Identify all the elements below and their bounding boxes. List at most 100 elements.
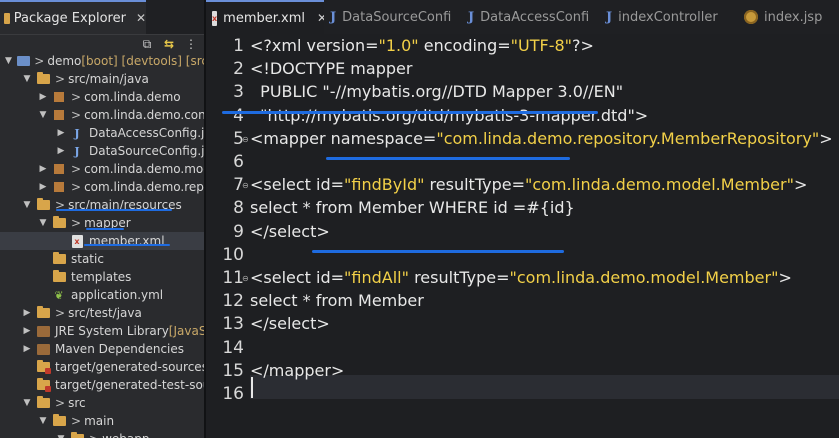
attribute-value: "findAll"	[344, 268, 409, 287]
code-token: PUBLIC "-//mybatis.org//DTD Mapper 3.0//…	[250, 82, 624, 102]
code-token: >	[778, 268, 792, 287]
collapsed-arrow-icon[interactable]: ▶	[22, 344, 32, 354]
tree-item[interactable]: x member.xml	[0, 232, 204, 250]
fold-toggle-icon[interactable]: ⊖	[242, 181, 249, 190]
tree-item[interactable]: ▶ J DataSourceConfig.jav	[0, 142, 204, 160]
collapsed-arrow-icon[interactable]: ▶	[38, 92, 48, 102]
tree-item-label: src/main/java	[68, 72, 149, 86]
attribute-value: "1.0"	[378, 36, 419, 55]
tree-item[interactable]: ▶ >com.linda.demo.mode	[0, 160, 204, 178]
fold-toggle-icon[interactable]: ⊖	[242, 135, 249, 144]
attribute-value: "findById"	[344, 175, 425, 195]
expanded-arrow-icon[interactable]: ▼	[56, 434, 66, 438]
java-file-icon: J	[468, 9, 475, 25]
collapsed-arrow-icon[interactable]: ▶	[56, 128, 66, 138]
tree-item[interactable]: ▼ > main	[0, 412, 204, 430]
chevron-right-icon: >	[55, 306, 66, 320]
collapsed-arrow-icon[interactable]: ▶	[38, 164, 48, 174]
chevron-right-icon: >	[34, 54, 45, 68]
tree-item[interactable]: ❦ application.yml	[0, 286, 204, 304]
attribute-value: "com.linda.demo.model.Member"	[509, 268, 779, 287]
tree-item[interactable]: ▼ > com.linda.demo.confi	[0, 106, 204, 124]
tree-item-label: JRE System Library	[55, 324, 169, 338]
expanded-arrow-icon[interactable]: ▼	[22, 398, 32, 408]
collapsed-arrow-icon[interactable]: ▶	[22, 326, 32, 336]
tree-item[interactable]: ▶ JRE System Library [JavaSE-	[0, 322, 204, 340]
tree-item[interactable]: ▼ > demo [boot] [devtools] [src	[0, 52, 204, 70]
tab-member-xml[interactable]: x member.xml ✕	[206, 0, 324, 34]
code-token: ?>	[572, 36, 594, 55]
collapsed-arrow-icon[interactable]: ▶	[22, 308, 32, 318]
tab-index-jsp[interactable]: index.jsp	[738, 0, 839, 34]
package-explorer-icon	[4, 12, 10, 24]
tab-datasourceconfi[interactable]: J DataSourceConfi	[324, 0, 462, 34]
tree-item-label: com.linda.demo.mode	[84, 162, 204, 176]
tab-dataaccessconfi[interactable]: J DataAccessConfi	[462, 0, 600, 34]
line-number: 9	[233, 221, 244, 242]
tree-item[interactable]: ▶ > com.linda.demo	[0, 88, 204, 106]
code-editor[interactable]: 1 <?xml version="1.0" encoding="UTF-8"?> 2…	[206, 34, 839, 438]
tree-item[interactable]: ▼ > src/main/java	[0, 70, 204, 88]
tree-item-label: src/test/java	[68, 306, 142, 320]
tree-item[interactable]: ▼ > src/main/resources	[0, 196, 204, 214]
chevron-right-icon: >	[71, 180, 82, 194]
java-file-icon: J	[74, 126, 80, 140]
code-line: </select>	[250, 314, 330, 333]
tree-item-label: templates	[71, 270, 132, 284]
code-token: </mapper>	[250, 360, 345, 380]
collapse-all-icon[interactable]: ⧉	[140, 37, 154, 51]
tree-item[interactable]: static	[0, 250, 204, 268]
close-icon[interactable]: ✕	[317, 11, 324, 25]
expanded-arrow-icon[interactable]: ▼	[38, 110, 48, 120]
package-explorer-tab-label: Package Explorer	[13, 10, 126, 26]
tree-item[interactable]: ▶ J DataAccessConfig.jav	[0, 124, 204, 142]
tree-item[interactable]: ▶ > src/test/java	[0, 304, 204, 322]
expanded-arrow-icon[interactable]: ▼	[22, 200, 32, 210]
tree-item-label: main	[84, 414, 115, 428]
fold-toggle-icon[interactable]: ⊖	[242, 274, 249, 283]
folder-icon	[69, 432, 85, 438]
tree-item-label: Maven Dependencies	[55, 342, 185, 356]
line-number: 14	[222, 337, 244, 358]
package-explorer-tab[interactable]: Package Explorer ✕	[0, 0, 146, 34]
line-number: 11	[222, 268, 244, 288]
tree-item[interactable]: templates	[0, 268, 204, 286]
line-number: 12	[222, 291, 244, 312]
view-menu-icon[interactable]: ⋮	[184, 37, 198, 51]
link-with-editor-icon[interactable]: ⇆	[162, 37, 176, 51]
java-file-icon: J	[74, 144, 80, 158]
package-icon	[51, 162, 67, 176]
expanded-arrow-icon[interactable]: ▼	[38, 416, 48, 426]
tree-item-label: com.linda.demo.repos	[84, 180, 204, 194]
expanded-arrow-icon[interactable]: ▼	[38, 218, 48, 228]
chevron-right-icon: >	[89, 432, 99, 438]
expanded-arrow-icon[interactable]: ▼	[4, 56, 13, 66]
folder-icon	[51, 252, 67, 266]
code-line: <select id="findById" resultType="com.li…	[250, 175, 807, 194]
tree-item[interactable]: ▶ >com.linda.demo.repos	[0, 178, 204, 196]
jsp-file-icon	[744, 10, 758, 24]
tree-item[interactable]: ▼ > src	[0, 394, 204, 412]
tab-indexcontroller[interactable]: JindexController	[600, 0, 738, 34]
tree-item[interactable]: target/generated-sources/a	[0, 358, 204, 376]
code-token: <?xml version=	[250, 36, 379, 55]
tree-item[interactable]: ▼ >webapp	[0, 430, 204, 438]
code-line: <mapper namespace="com.linda.demo.reposi…	[250, 129, 833, 148]
code-line: </mapper>	[250, 361, 344, 380]
code-token: </select>	[250, 221, 330, 241]
editor-tab-label: indexController	[618, 9, 718, 25]
code-line: select * from Member	[250, 291, 424, 310]
expanded-arrow-icon[interactable]: ▼	[22, 74, 32, 84]
tree-item-label: src	[68, 396, 86, 410]
close-icon[interactable]: ✕	[136, 11, 146, 25]
line-number: 10	[222, 244, 244, 265]
tree-item-label: webapp	[102, 432, 149, 438]
code-token: >	[793, 175, 808, 195]
collapsed-arrow-icon[interactable]: ▶	[38, 182, 48, 192]
collapsed-arrow-icon[interactable]: ▶	[56, 146, 66, 156]
tree-item[interactable]: target/generated-test-sourc	[0, 376, 204, 394]
editor-tab-label: DataAccessConfi	[480, 9, 590, 25]
source-folder-icon	[35, 72, 51, 86]
tree-item[interactable]: ▶ Maven Dependencies	[0, 340, 204, 358]
code-token: "http://mybatis.org/dtd/mybatis-3-mapper…	[250, 105, 649, 125]
